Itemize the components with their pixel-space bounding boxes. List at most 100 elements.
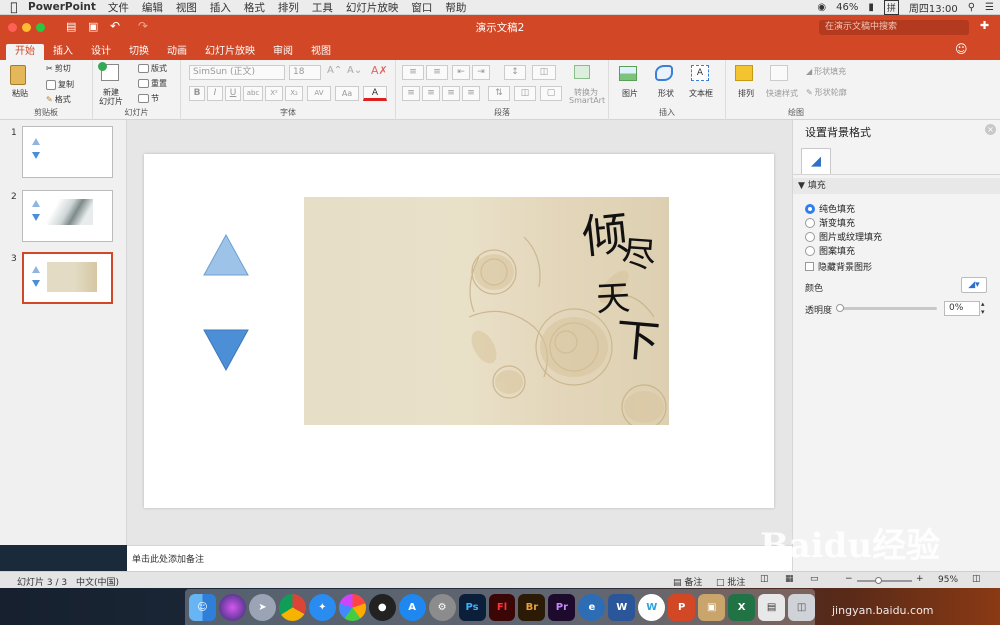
wifi-icon[interactable]: ◉ <box>817 2 826 13</box>
dock-photoshop-icon[interactable]: Ps <box>458 593 486 621</box>
dock-flash-icon[interactable]: Fl <box>488 593 516 621</box>
menu-format[interactable]: 格式 <box>244 0 265 15</box>
subscript-button[interactable]: X₂ <box>285 86 303 101</box>
textbox-icon[interactable]: A <box>691 65 709 81</box>
dock-word-icon[interactable]: W <box>608 593 636 621</box>
dock-launchpad-icon[interactable]: ➤ <box>248 593 276 621</box>
menu-arrange[interactable]: 排列 <box>278 0 299 15</box>
dock-archive-icon[interactable]: ▣ <box>698 593 726 621</box>
menu-list-icon[interactable]: ☰ <box>985 2 994 13</box>
language-status[interactable]: 中文(中国) <box>76 575 119 588</box>
reset-button[interactable]: 重置 <box>138 78 167 89</box>
dock-finder-icon[interactable]: ☺ <box>189 593 216 621</box>
clear-format-icon[interactable]: A✗ <box>371 64 388 77</box>
menu-insert[interactable]: 插入 <box>210 0 231 15</box>
transparency-slider[interactable] <box>836 304 937 312</box>
justify-button[interactable]: ≡ <box>462 86 480 101</box>
slider-thumb[interactable] <box>836 304 844 312</box>
copy-button[interactable]: 复制 <box>46 79 74 90</box>
new-slide-label-2[interactable]: 幻灯片 <box>99 96 123 107</box>
smartart-label-2[interactable]: SmartArt <box>569 96 605 105</box>
strikethrough-button[interactable]: abc <box>243 86 263 101</box>
transparency-input[interactable]: 0% <box>944 301 980 316</box>
hide-bg-graphics-checkbox[interactable]: 隐藏背景图形 <box>805 260 872 273</box>
slide-thumbnail-1[interactable] <box>22 126 113 178</box>
change-case-button[interactable]: Aa <box>335 86 359 101</box>
char-spacing-button[interactable]: AV <box>307 86 331 101</box>
font-name-select[interactable]: SimSun (正文) <box>189 65 285 80</box>
radio-pattern-fill[interactable]: 图案填充 <box>805 244 855 257</box>
share-icon[interactable]: ✚ <box>980 19 989 32</box>
radio-solid-fill[interactable]: 纯色填充 <box>805 202 855 215</box>
tab-design[interactable]: 设计 <box>82 44 120 60</box>
normal-view-icon[interactable]: ◫ <box>760 574 769 584</box>
columns-button[interactable]: ◫ <box>532 65 556 80</box>
zoom-slider[interactable] <box>857 577 912 584</box>
battery-icon[interactable]: ▮ <box>868 2 874 13</box>
zoom-thumb[interactable] <box>875 577 882 584</box>
align-text-button[interactable]: ◫ <box>514 86 536 101</box>
grow-font-icon[interactable]: A⌃ <box>327 65 342 76</box>
quick-styles-button[interactable]: 快速样式 <box>766 88 798 99</box>
tab-view[interactable]: 视图 <box>302 44 340 60</box>
align-left-button[interactable]: ≡ <box>402 86 420 101</box>
dock-bridge-icon[interactable]: Br <box>518 593 546 621</box>
tab-slideshow[interactable]: 幻灯片放映 <box>196 44 264 60</box>
triangle-up-shape[interactable] <box>203 234 249 276</box>
cut-button[interactable]: ✂ 剪切 <box>46 63 71 74</box>
shape-fill-button[interactable]: ◢ 形状填充 <box>806 66 846 77</box>
arrange-button[interactable]: 排列 <box>738 88 754 99</box>
calligraphy-flower-image[interactable]: 倾 尽 天 下 <box>304 197 669 425</box>
search-input[interactable]: 在演示文稿中搜索 <box>819 20 969 35</box>
dock-system-preferences-icon[interactable]: ⚙ <box>428 593 456 621</box>
dock-edge-icon[interactable]: e <box>578 593 606 621</box>
new-slide-icon[interactable] <box>98 62 119 81</box>
menu-help[interactable]: 帮助 <box>445 0 466 15</box>
triangle-down-shape[interactable] <box>203 329 249 371</box>
paste-button[interactable]: 粘贴 <box>12 88 28 99</box>
textbox-button[interactable]: 文本框 <box>689 88 713 99</box>
bold-button[interactable]: B <box>189 86 205 101</box>
font-color-button[interactable]: A <box>363 86 387 101</box>
menu-window[interactable]: 窗口 <box>411 0 432 15</box>
current-slide[interactable]: 倾 尽 天 下 <box>144 154 774 508</box>
dock-powerpoint-icon[interactable]: P <box>668 593 696 621</box>
clock[interactable]: 周四13:00 <box>909 0 958 15</box>
app-menu[interactable]: PowerPoint <box>28 1 96 13</box>
input-method[interactable]: 拼 <box>883 0 899 15</box>
menu-view[interactable]: 视图 <box>176 0 197 15</box>
zoom-out-icon[interactable]: − <box>845 574 853 584</box>
dock-siri-icon[interactable] <box>218 593 246 621</box>
section-button[interactable]: 节 <box>138 93 159 104</box>
sorter-view-icon[interactable]: ▦ <box>785 574 794 584</box>
stepper-icon[interactable]: ▴ ▾ <box>981 300 985 316</box>
font-size-select[interactable]: 18 <box>289 65 321 80</box>
quick-styles-icon[interactable] <box>770 65 788 81</box>
line-spacing-button[interactable]: ↕ <box>504 65 526 80</box>
tab-insert[interactable]: 插入 <box>44 44 82 60</box>
reading-view-icon[interactable]: ▭ <box>810 574 819 584</box>
notes-toggle[interactable]: ▤ 备注 <box>673 575 702 588</box>
dock-premiere-icon[interactable]: Pr <box>548 593 576 621</box>
text-box-margins-button[interactable]: ▢ <box>540 86 562 101</box>
smiley-feedback-icon[interactable]: ☺ <box>955 42 968 56</box>
paste-icon[interactable] <box>10 65 26 85</box>
dock-qq-icon[interactable]: ● <box>368 593 396 621</box>
shrink-font-icon[interactable]: A⌄ <box>347 65 362 76</box>
radio-gradient-fill[interactable]: 渐变填充 <box>805 216 855 229</box>
fill-tab[interactable]: ◢ <box>801 148 831 174</box>
format-painter-button[interactable]: ✎ 格式 <box>46 94 71 105</box>
tab-animations[interactable]: 动画 <box>158 44 196 60</box>
menu-edit[interactable]: 编辑 <box>142 0 163 15</box>
dock-chrome-icon[interactable] <box>278 593 306 621</box>
radio-picture-fill[interactable]: 图片或纹理填充 <box>805 230 882 243</box>
tab-transitions[interactable]: 切换 <box>120 44 158 60</box>
tab-home[interactable]: 开始 <box>6 44 44 60</box>
fit-window-icon[interactable]: ◫ <box>972 574 981 584</box>
bullets-button[interactable]: ≡ <box>402 65 424 80</box>
dock-excel-icon[interactable]: X <box>728 593 756 621</box>
align-right-button[interactable]: ≡ <box>442 86 460 101</box>
increase-indent-button[interactable]: ⇥ <box>472 65 490 80</box>
color-picker-button[interactable]: ◢▾ <box>961 277 987 293</box>
slide-thumbnail-2[interactable] <box>22 190 113 242</box>
